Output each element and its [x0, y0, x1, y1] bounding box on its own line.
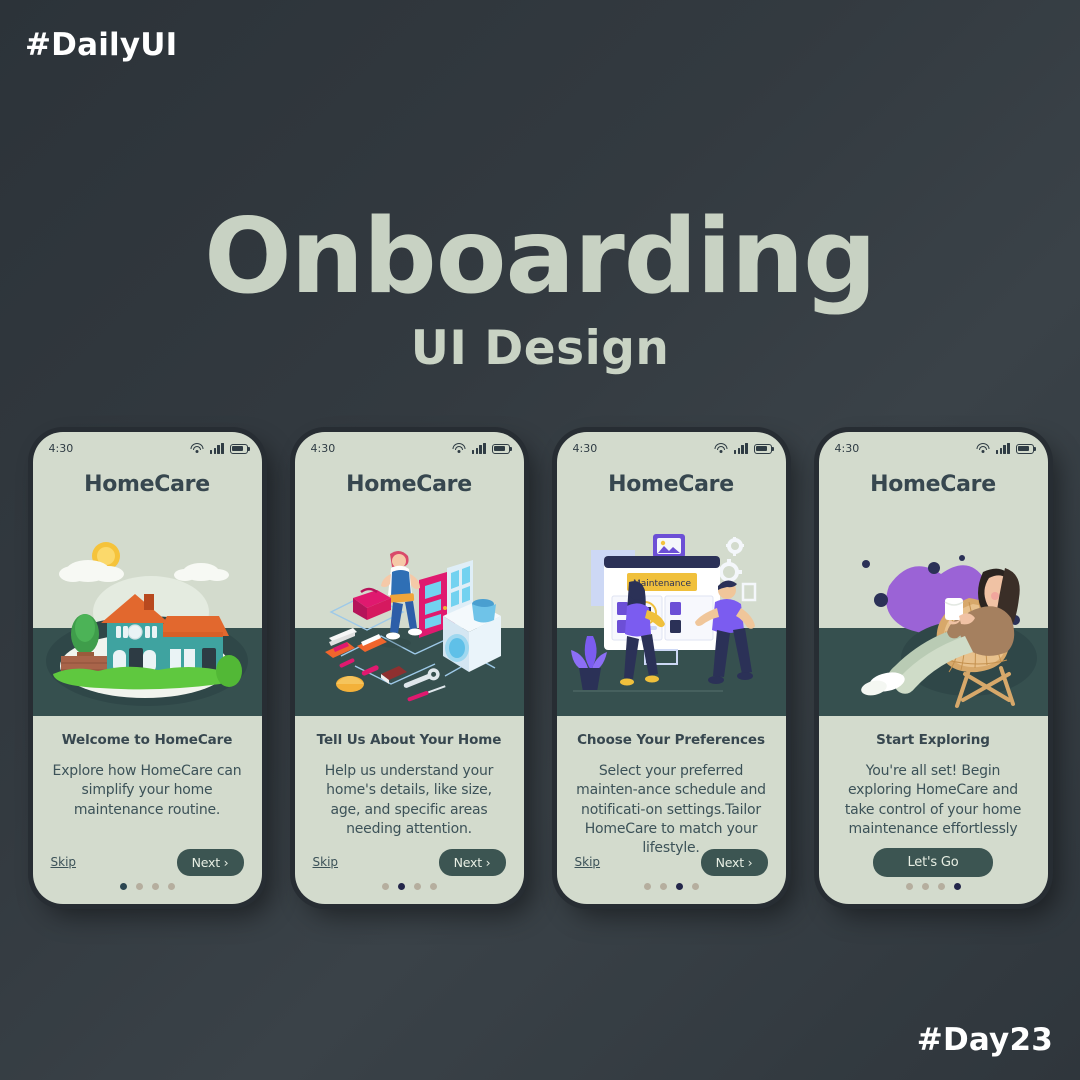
screen-footer: Let's Go	[819, 847, 1048, 877]
screen-copy: Start Exploring You're all set! Begin ex…	[819, 732, 1048, 839]
screen-body: You're all set! Begin exploring HomeCare…	[844, 763, 1022, 837]
pagination-dots	[819, 883, 1048, 890]
pagination-dots	[557, 883, 786, 890]
battery-icon	[491, 443, 512, 454]
dot-2[interactable]	[135, 883, 143, 890]
dot-1[interactable]	[381, 883, 389, 890]
status-clock: 4:30	[572, 441, 598, 455]
next-button[interactable]: Next ›	[700, 848, 768, 876]
skip-link[interactable]: Skip	[313, 855, 339, 869]
status-icons	[452, 442, 512, 454]
day-number-tag: #Day23	[916, 1022, 1053, 1058]
dot-1[interactable]	[905, 883, 913, 890]
battery-icon	[229, 443, 250, 454]
phone-screen-1: 4:30 HomeCare Welcome to HomeCare Explor…	[32, 432, 262, 904]
screen-headline: Start Exploring	[876, 732, 990, 748]
wifi-icon	[714, 442, 728, 454]
wifi-icon	[190, 442, 204, 454]
screen-footer: Skip Next ›	[33, 848, 262, 876]
wifi-icon	[452, 442, 466, 454]
screen-copy: Welcome to HomeCare Explore how HomeCare…	[33, 732, 262, 820]
dot-3[interactable]	[937, 883, 945, 890]
wifi-icon	[976, 442, 990, 454]
illustration-handyman	[294, 516, 524, 716]
screen-copy: Choose Your Preferences Select your pref…	[557, 732, 786, 859]
dot-4[interactable]	[429, 883, 437, 890]
phone-mockups-row: 4:30 HomeCare Welcome to HomeCare Explor…	[0, 432, 1080, 904]
hero-block: Onboarding UI Design	[0, 197, 1080, 377]
illustration-relaxing	[818, 516, 1048, 716]
status-bar: 4:30	[557, 432, 786, 458]
dot-3[interactable]	[675, 883, 683, 890]
dot-4[interactable]	[691, 883, 699, 890]
dot-2[interactable]	[659, 883, 667, 890]
status-bar: 4:30	[295, 432, 524, 458]
app-name: HomeCare	[346, 472, 472, 497]
status-icons	[190, 442, 250, 454]
app-name: HomeCare	[608, 472, 734, 497]
screen-body: Help us understand your home's details, …	[324, 763, 494, 837]
screen-footer: Skip Next ›	[557, 848, 786, 876]
dot-1[interactable]	[643, 883, 651, 890]
screen-headline: Welcome to HomeCare	[61, 732, 233, 748]
battery-icon	[753, 443, 774, 454]
screen-body: Select your preferred mainten-ance sched…	[576, 763, 766, 857]
dot-4[interactable]	[953, 883, 961, 890]
screen-body: Explore how HomeCare can simplify your h…	[52, 763, 242, 818]
signal-icon	[733, 442, 748, 454]
battery-icon	[1015, 443, 1036, 454]
dot-2[interactable]	[921, 883, 929, 890]
status-icons	[976, 442, 1036, 454]
signal-icon	[995, 442, 1010, 454]
illustration-house	[32, 516, 262, 716]
screen-copy: Tell Us About Your Home Help us understa…	[295, 732, 524, 839]
dot-4[interactable]	[167, 883, 175, 890]
phone-screen-3: 4:30 HomeCare Maintenance Choose Your Pr…	[556, 432, 786, 904]
phone-screen-2: 4:30 HomeCare Tell Us About Your Home He…	[294, 432, 524, 904]
signal-icon	[471, 442, 486, 454]
lets-go-button[interactable]: Let's Go	[873, 847, 993, 877]
screen-footer: Skip Next ›	[295, 848, 524, 876]
status-clock: 4:30	[834, 441, 860, 455]
daily-ui-tag: #DailyUI	[25, 27, 178, 63]
status-clock: 4:30	[310, 441, 336, 455]
page-subtitle: UI Design	[410, 321, 670, 376]
status-icons	[714, 442, 774, 454]
screen-headline: Tell Us About Your Home	[316, 732, 502, 748]
dot-2[interactable]	[397, 883, 405, 890]
next-button[interactable]: Next ›	[176, 848, 244, 876]
app-name: HomeCare	[84, 472, 210, 497]
phone-screen-4: 4:30 HomeCare Start Exploring You're all…	[818, 432, 1048, 904]
status-bar: 4:30	[819, 432, 1048, 458]
screen-headline: Choose Your Preferences	[577, 732, 765, 748]
skip-link[interactable]: Skip	[51, 855, 77, 869]
page-title: Onboarding	[204, 197, 877, 317]
pagination-dots	[33, 883, 262, 890]
next-button[interactable]: Next ›	[438, 848, 506, 876]
illustration-dashboard: Maintenance	[556, 516, 786, 716]
status-clock: 4:30	[48, 441, 74, 455]
pagination-dots	[295, 883, 524, 890]
signal-icon	[209, 442, 224, 454]
skip-link[interactable]: Skip	[575, 855, 601, 869]
dot-3[interactable]	[413, 883, 421, 890]
app-name: HomeCare	[870, 472, 996, 497]
dot-3[interactable]	[151, 883, 159, 890]
status-bar: 4:30	[33, 432, 262, 458]
dot-1[interactable]	[119, 883, 127, 890]
